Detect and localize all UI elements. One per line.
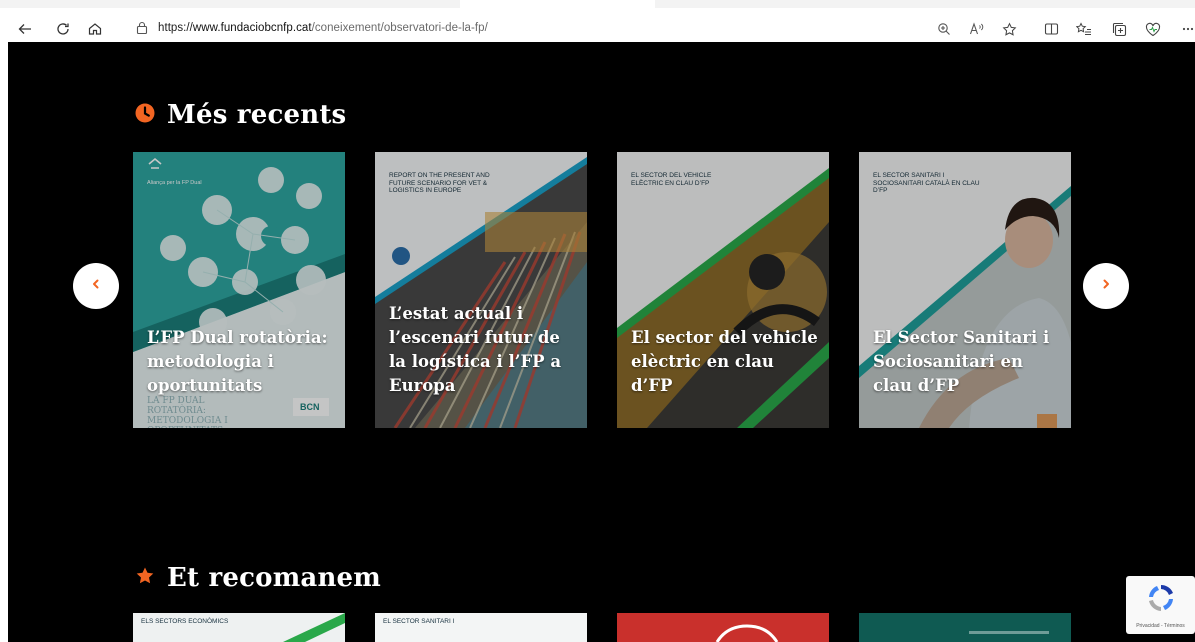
read-aloud-icon[interactable] bbox=[966, 18, 988, 40]
cover-top-text: EL SECTOR SANITARI I bbox=[383, 618, 455, 625]
publication-card[interactable]: EL SECTOR SANITARI I SOCIOSANITARI CATAL… bbox=[859, 152, 1071, 428]
card-caption[interactable]: L’FP Dual rotatòria: metodologia i oport… bbox=[147, 326, 337, 398]
clock-icon bbox=[135, 103, 155, 128]
tab-strip bbox=[0, 0, 1195, 8]
page-content: Més recents Aliança per la FP Dual LA FP… bbox=[8, 42, 1195, 642]
recommended-section-heading: Et recomanem bbox=[135, 563, 381, 593]
split-screen-icon[interactable] bbox=[1040, 18, 1062, 40]
card-caption[interactable]: El Sector Sanitari i Sociosanitari en cl… bbox=[873, 326, 1063, 398]
publication-card[interactable]: EL SECTOR SANITARI I bbox=[375, 613, 587, 642]
zoom-icon[interactable] bbox=[933, 18, 955, 40]
active-tab[interactable] bbox=[460, 0, 655, 8]
recommended-section-title: Et recomanem bbox=[167, 563, 382, 593]
recommended-carousel: ELS SECTORS ECONÒMICS EL SECTOR SANITARI… bbox=[133, 613, 1073, 642]
back-icon[interactable] bbox=[14, 18, 36, 40]
recent-section-title: Més recents bbox=[167, 100, 347, 130]
recaptcha-text[interactable]: Privacidad - Términos bbox=[1136, 623, 1185, 629]
chevron-right-icon bbox=[1100, 277, 1112, 295]
recaptcha-badge[interactable]: Privacidad - Términos bbox=[1126, 576, 1195, 634]
favorite-star-icon[interactable] bbox=[998, 18, 1020, 40]
publication-card[interactable] bbox=[859, 613, 1071, 642]
recaptcha-icon bbox=[1145, 582, 1177, 619]
browser-toolbar: https://www.fundaciobcnfp.cat/coneixemen… bbox=[0, 0, 1195, 42]
more-options-icon[interactable] bbox=[1180, 18, 1195, 40]
chevron-left-icon bbox=[90, 277, 102, 295]
url-text[interactable]: https://www.fundaciobcnfp.cat/coneixemen… bbox=[158, 22, 488, 34]
publication-card[interactable]: ELS SECTORS ECONÒMICS bbox=[133, 613, 345, 642]
home-icon[interactable] bbox=[84, 18, 106, 40]
publication-card[interactable]: Aliança per la FP Dual LA FP DUAL ROTATÒ… bbox=[133, 152, 345, 428]
recent-section-heading: Més recents bbox=[135, 100, 346, 130]
recent-carousel: Aliança per la FP Dual LA FP DUAL ROTATÒ… bbox=[133, 152, 1073, 428]
card-caption[interactable]: L’estat actual i l’escenari futur de la … bbox=[389, 302, 579, 398]
favorites-list-icon[interactable] bbox=[1073, 18, 1095, 40]
card-caption[interactable]: El sector del vehicle elèctric en clau d… bbox=[631, 326, 821, 398]
lock-icon[interactable] bbox=[136, 21, 148, 40]
refresh-icon[interactable] bbox=[52, 18, 74, 40]
address-bar[interactable]: https://www.fundaciobcnfp.cat/coneixemen… bbox=[122, 17, 1107, 41]
cover-top-text: ELS SECTORS ECONÒMICS bbox=[141, 618, 229, 625]
collections-icon[interactable] bbox=[1108, 18, 1130, 40]
carousel-prev-button[interactable] bbox=[73, 263, 119, 309]
url-domain: www.fundaciobcnfp.cat bbox=[192, 22, 312, 34]
publication-card[interactable]: REPORT ON THE PRESENT AND FUTURE SCENARI… bbox=[375, 152, 587, 428]
browser-essentials-icon[interactable] bbox=[1142, 18, 1164, 40]
publication-card[interactable]: EL SECTOR DEL VEHICLE ELÈCTRIC EN CLAU D… bbox=[617, 152, 829, 428]
url-prefix: https:// bbox=[158, 22, 193, 34]
star-icon bbox=[135, 566, 155, 591]
publication-card[interactable] bbox=[617, 613, 829, 642]
url-path: /coneixement/observatori-de-la-fp/ bbox=[311, 22, 488, 34]
carousel-next-button[interactable] bbox=[1083, 263, 1129, 309]
